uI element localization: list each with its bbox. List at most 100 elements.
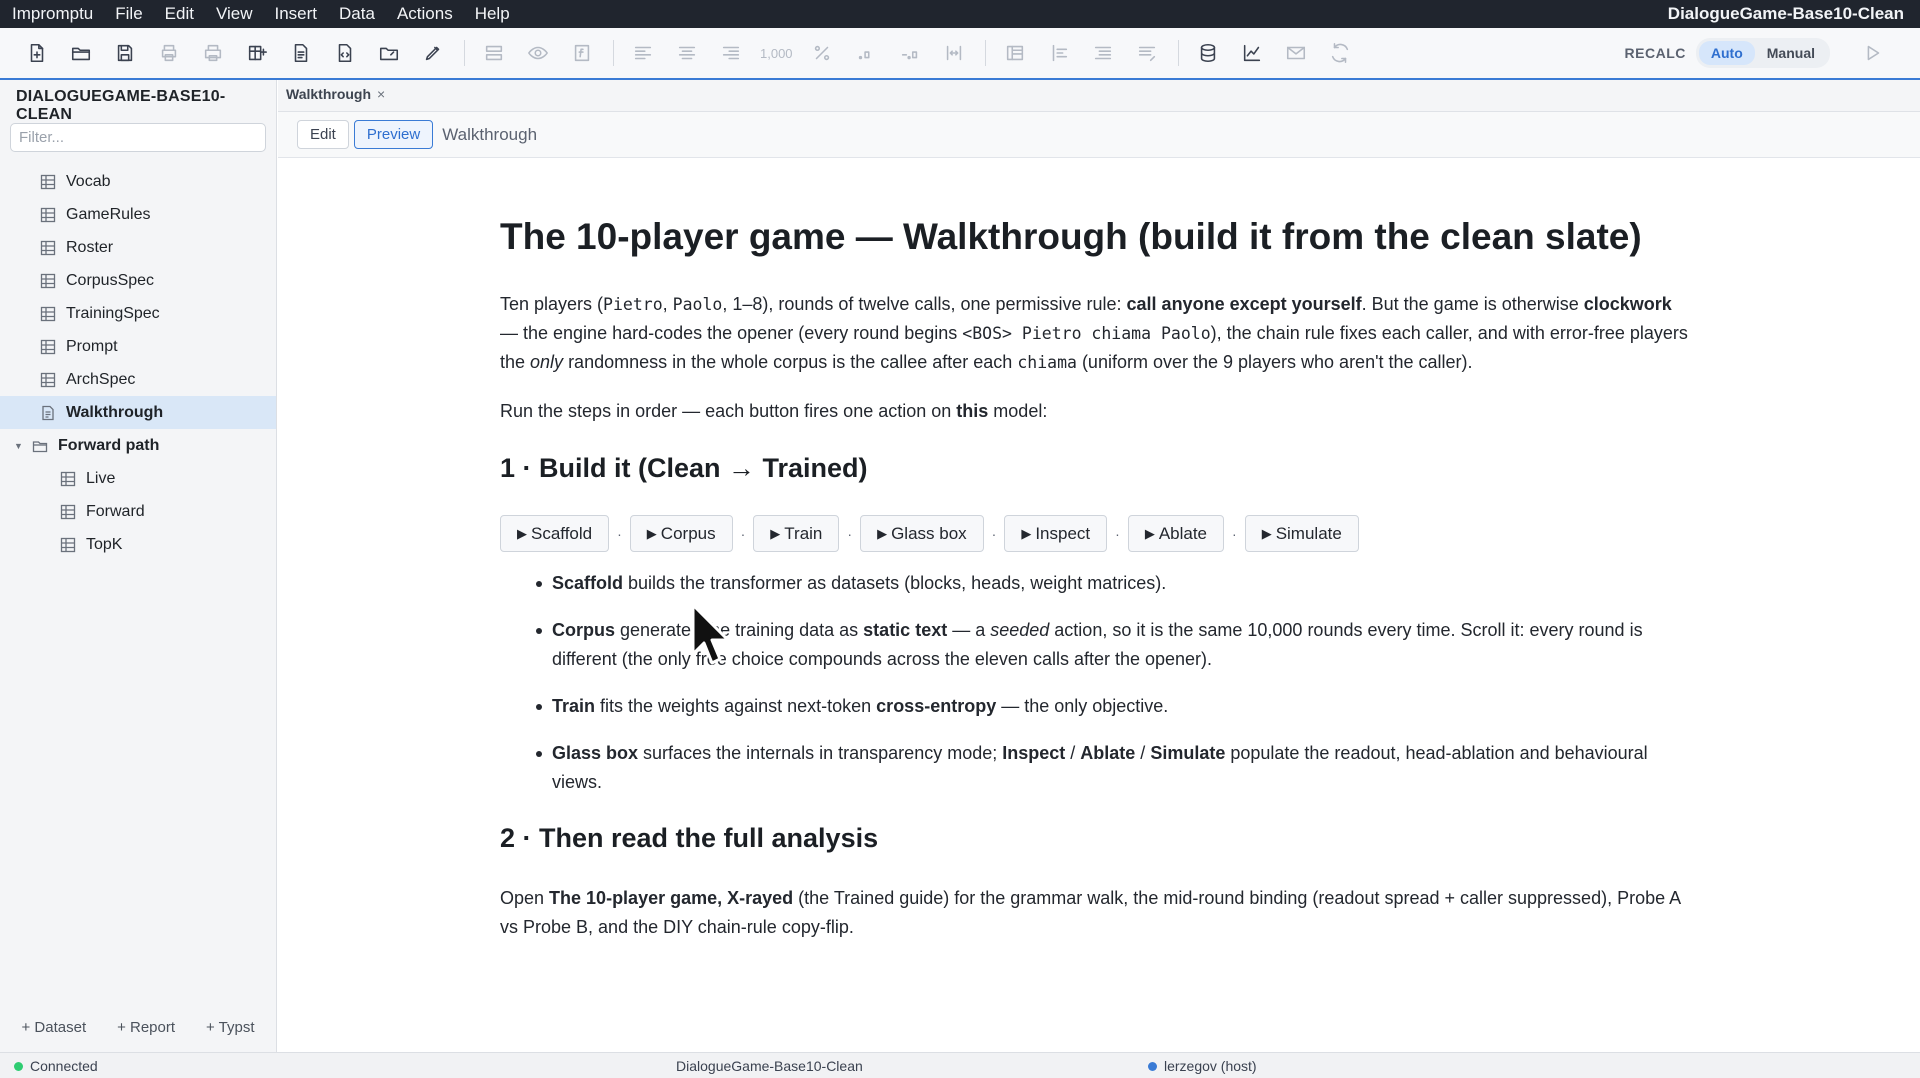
- train-button[interactable]: ▶ Train: [753, 515, 840, 552]
- corpus-button[interactable]: ▶ Corpus: [629, 515, 733, 552]
- filter-input[interactable]: [10, 123, 266, 152]
- run-icon[interactable]: [1858, 38, 1888, 68]
- new-file-icon[interactable]: [22, 38, 52, 68]
- intro-paragraph: Ten players (Pietro, Paolo, 1–8), rounds…: [500, 290, 1690, 377]
- bold-text: Scaffold: [552, 573, 624, 593]
- align-right-icon[interactable]: [716, 38, 746, 68]
- decrease-decimal-icon[interactable]: [895, 38, 925, 68]
- inspect-button[interactable]: ▶ Inspect: [1004, 515, 1108, 552]
- guide-link[interactable]: The 10-player game, X-rayed: [549, 888, 793, 908]
- connection-status: Connected: [14, 1058, 98, 1074]
- split-pane-icon[interactable]: [1044, 38, 1074, 68]
- toolbar: 1,000 RECALC Auto Manual: [0, 28, 1920, 80]
- indent-icon[interactable]: [1088, 38, 1118, 68]
- align-center-icon[interactable]: [672, 38, 702, 68]
- list-item-train: Train fits the weights against next-toke…: [536, 692, 1702, 721]
- print-icon[interactable]: [198, 38, 228, 68]
- text-run: /: [1065, 743, 1081, 763]
- play-icon: ▶: [1261, 525, 1272, 541]
- sidebar-item-vocab[interactable]: Vocab: [0, 165, 276, 198]
- status-file-name: DialogueGame-Base10-Clean: [676, 1058, 863, 1074]
- chevron-down-icon[interactable]: ▼: [14, 441, 24, 451]
- table-icon: [60, 471, 76, 487]
- menu-impromptu[interactable]: Impromptu: [0, 0, 104, 28]
- text-run: builds the transformer as datasets (bloc…: [623, 573, 1167, 593]
- bold-text: Corpus: [552, 620, 615, 640]
- edit-button[interactable]: Edit: [297, 120, 349, 149]
- menu-edit[interactable]: Edit: [154, 0, 205, 28]
- menu-actions[interactable]: Actions: [386, 0, 464, 28]
- separator: ·: [1232, 525, 1237, 542]
- refresh-icon[interactable]: [1325, 38, 1355, 68]
- recalc-manual-button[interactable]: Manual: [1755, 41, 1827, 65]
- play-icon: ▶: [1021, 525, 1032, 541]
- pen-icon[interactable]: [418, 38, 448, 68]
- bold-text: Ablate: [1080, 743, 1136, 763]
- sidebar-item-prompt[interactable]: Prompt: [0, 330, 276, 363]
- function-icon[interactable]: [567, 38, 597, 68]
- sidebar-item-label: Vocab: [66, 172, 111, 190]
- mail-icon[interactable]: [1281, 38, 1311, 68]
- recalc-auto-button[interactable]: Auto: [1698, 41, 1755, 65]
- percent-icon[interactable]: [807, 38, 837, 68]
- add-report-icon[interactable]: [286, 38, 316, 68]
- outdent-icon[interactable]: [1132, 38, 1162, 68]
- sidebar-item-label: TrainingSpec: [66, 304, 160, 322]
- sidebar-item-archspec[interactable]: ArchSpec: [0, 363, 276, 396]
- sidebar-item-live[interactable]: Live: [0, 462, 276, 495]
- freeze-pane-icon[interactable]: [1000, 38, 1030, 68]
- text-run: surfaces the internals in transparency m…: [638, 743, 1003, 763]
- scaffold-button[interactable]: ▶ Scaffold: [500, 515, 610, 552]
- sidebar-item-corpusspec[interactable]: CorpusSpec: [0, 264, 276, 297]
- sidebar-item-roster[interactable]: Roster: [0, 231, 276, 264]
- menu-file[interactable]: File: [104, 0, 153, 28]
- save-icon[interactable]: [110, 38, 140, 68]
- open-project-icon[interactable]: [374, 38, 404, 68]
- column-width-icon[interactable]: [939, 38, 969, 68]
- chart-icon[interactable]: [1237, 38, 1267, 68]
- sidebar-folder-forward-path[interactable]: ▼ Forward path: [0, 429, 276, 462]
- menu-view[interactable]: View: [205, 0, 264, 28]
- menu-data[interactable]: Data: [328, 0, 386, 28]
- align-left-icon[interactable]: [628, 38, 658, 68]
- tab-walkthrough[interactable]: Walkthrough ×: [286, 86, 385, 102]
- sidebar-item-topk[interactable]: TopK: [0, 528, 276, 561]
- increase-decimal-icon[interactable]: [851, 38, 881, 68]
- sidebar-item-trainingspec[interactable]: TrainingSpec: [0, 297, 276, 330]
- list-item-scaffold: Scaffold builds the transformer as datas…: [536, 569, 1702, 598]
- mouse-cursor-icon: [691, 603, 730, 665]
- ablate-button[interactable]: ▶ Ablate: [1127, 515, 1225, 552]
- close-icon[interactable]: ×: [377, 86, 385, 102]
- section-heading-build: 1 · Build it (Clean → Trained): [500, 453, 868, 483]
- glass-box-button[interactable]: ▶ Glass box: [860, 515, 984, 552]
- user-dot-icon: [1148, 1061, 1157, 1071]
- button-label: Train: [784, 523, 823, 543]
- table-icon: [40, 339, 56, 355]
- sidebar-item-forward[interactable]: Forward: [0, 495, 276, 528]
- preview-button[interactable]: Preview: [353, 120, 434, 149]
- simulate-button[interactable]: ▶ Simulate: [1244, 515, 1359, 552]
- add-report-button[interactable]: + Report: [117, 1019, 175, 1036]
- play-icon: ▶: [770, 525, 781, 541]
- menu-insert[interactable]: Insert: [264, 0, 329, 28]
- toolbar-divider: [984, 40, 986, 66]
- print-preview-icon[interactable]: [154, 38, 184, 68]
- open-folder-icon[interactable]: [66, 38, 96, 68]
- layout-icon[interactable]: [479, 38, 509, 68]
- add-table-icon[interactable]: [242, 38, 272, 68]
- connection-label: Connected: [30, 1058, 98, 1074]
- add-code-icon[interactable]: [330, 38, 360, 68]
- database-icon[interactable]: [1193, 38, 1223, 68]
- play-icon: ▶: [1144, 525, 1155, 541]
- text-run: Open: [500, 888, 550, 908]
- sidebar-item-gamerules[interactable]: GameRules: [0, 198, 276, 231]
- table-icon: [40, 306, 56, 322]
- menu-help[interactable]: Help: [464, 0, 521, 28]
- eye-icon[interactable]: [523, 38, 553, 68]
- add-dataset-button[interactable]: + Dataset: [21, 1019, 86, 1036]
- play-icon: ▶: [877, 525, 888, 541]
- number-format-button[interactable]: 1,000: [760, 46, 793, 61]
- sidebar-item-walkthrough[interactable]: Walkthrough: [0, 396, 276, 429]
- add-typst-button[interactable]: + Typst: [206, 1019, 255, 1036]
- code-span: chiama: [1017, 353, 1077, 372]
